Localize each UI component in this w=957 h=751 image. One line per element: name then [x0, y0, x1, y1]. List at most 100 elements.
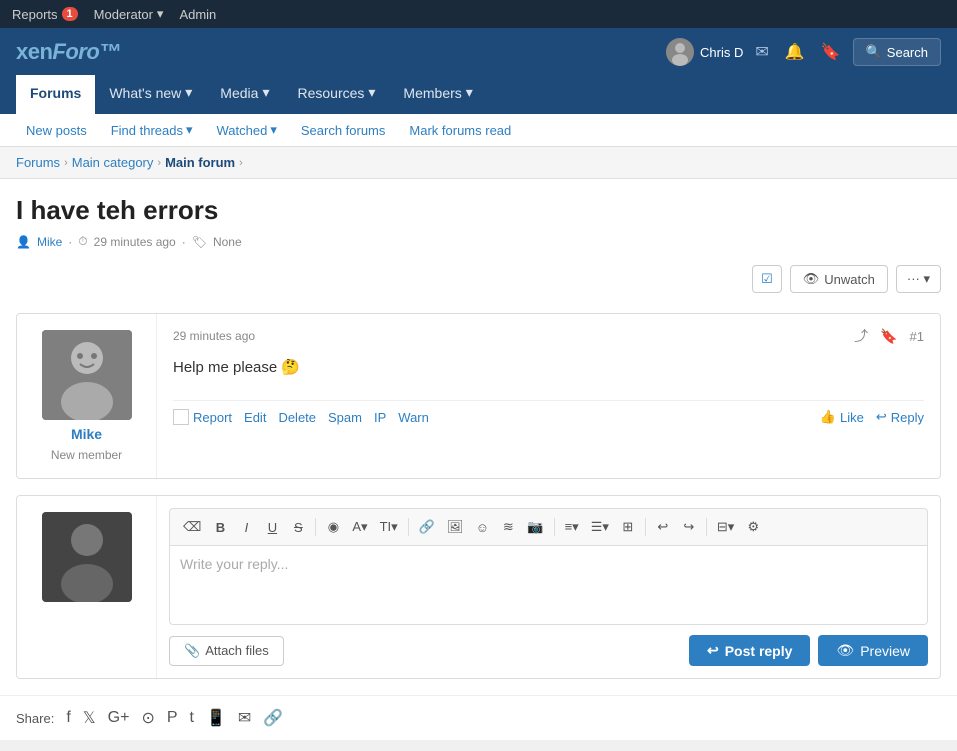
toolbar-color-button[interactable]: ◉ — [321, 515, 345, 539]
admin-item[interactable]: Admin — [179, 7, 216, 22]
nav-search-forums[interactable]: Search forums — [291, 115, 396, 146]
post-main: 29 minutes ago ⤴ 🔖 #1 Help me please 🤔 R… — [157, 314, 940, 478]
toolbar-bold-button[interactable]: B — [208, 515, 232, 539]
page-content: I have teh errors 👤 Mike · ⏱ 29 minutes … — [0, 179, 957, 695]
toolbar-table-button[interactable]: ⊞ — [616, 515, 640, 539]
toolbar-strikethrough-button[interactable]: S — [286, 515, 310, 539]
edit-link[interactable]: Edit — [244, 410, 266, 425]
toolbar-italic-button[interactable]: I — [234, 515, 258, 539]
googleplus-share-icon[interactable]: G+ — [108, 709, 130, 727]
post-checkbox[interactable] — [173, 409, 189, 425]
link-share-icon[interactable]: 🔗 — [263, 708, 283, 728]
toolbar-template-button[interactable]: ⊟▾ — [712, 515, 739, 539]
preview-label: Preview — [860, 643, 910, 659]
toolbar-list-button[interactable]: ☰▾ — [586, 515, 614, 539]
messages-icon[interactable]: ✉ — [751, 38, 772, 66]
admin-label: Admin — [179, 7, 216, 22]
moderator-item[interactable]: Moderator ▾ — [94, 6, 164, 22]
breadcrumb-main-forum: Main forum — [165, 155, 235, 170]
breadcrumb: Forums › Main category › Main forum › — [0, 147, 957, 179]
user-info[interactable]: Chris D — [666, 38, 743, 66]
nav-forums[interactable]: Forums — [16, 75, 95, 114]
reply-inline-button[interactable]: ↩ Reply — [876, 409, 924, 425]
breadcrumb-forums[interactable]: Forums — [16, 155, 60, 170]
thread-author[interactable]: Mike — [37, 235, 62, 249]
paperclip-icon: 📎 — [184, 643, 200, 659]
post-sidebar: Mike New member — [17, 314, 157, 478]
post-footer-actions: Report Edit Delete Spam IP Warn — [193, 410, 429, 425]
search-button[interactable]: 🔍 Search — [853, 38, 941, 66]
watched-label: Watched — [217, 123, 268, 138]
toolbar-undo-button[interactable]: ↩ — [651, 515, 675, 539]
nav-members[interactable]: Members ▾ — [389, 74, 486, 114]
toolbar-eraser-button[interactable]: ⌫ — [178, 515, 206, 539]
toolbar-font-size-button[interactable]: A▾ — [347, 515, 372, 539]
toolbar-underline-button[interactable]: U — [260, 515, 284, 539]
alerts-icon[interactable]: 🔔 — [781, 38, 809, 66]
user-name: Chris D — [700, 45, 743, 60]
nav-watched[interactable]: Watched ▾ — [207, 114, 287, 146]
nav-find-threads[interactable]: Find threads ▾ — [101, 114, 203, 146]
reply-icon: ↩ — [876, 409, 887, 425]
preview-icon: 👁 — [836, 642, 854, 659]
thumbs-up-icon: 👍 — [820, 409, 836, 425]
share-bar: Share: f 𝕏 G+ ⊙ P t 📱 ✉ 🔗 — [0, 695, 957, 740]
share-post-icon[interactable]: ⤴ — [854, 326, 868, 346]
reports-item[interactable]: Reports 1 — [12, 7, 78, 22]
nav-media[interactable]: Media ▾ — [206, 74, 283, 114]
facebook-share-icon[interactable]: f — [66, 709, 70, 727]
ip-link[interactable]: IP — [374, 410, 386, 425]
breadcrumb-main-category[interactable]: Main category — [72, 155, 154, 170]
thread-actions: ☑ 👁 Unwatch ··· ▾ — [16, 265, 941, 301]
nav-mark-forums-read[interactable]: Mark forums read — [399, 115, 521, 146]
reddit-share-icon[interactable]: ⊙ — [141, 708, 154, 728]
spam-link[interactable]: Spam — [328, 410, 362, 425]
toolbar-redo-button[interactable]: ↪ — [677, 515, 701, 539]
attach-files-button[interactable]: 📎 Attach files — [169, 636, 284, 666]
logo-xen: xen — [16, 39, 52, 64]
post-reply-button[interactable]: ↩ Post reply — [689, 635, 810, 666]
toolbar-link-button[interactable]: 🔗 — [414, 515, 440, 539]
post-footer-right: 👍 Like ↩ Reply — [820, 409, 924, 425]
logo-foro: Foro™ — [52, 39, 120, 64]
twitter-share-icon[interactable]: 𝕏 — [83, 708, 96, 728]
nav-resources-chevron: ▾ — [368, 84, 375, 101]
toolbar-sep-5 — [706, 518, 707, 536]
unwatch-button[interactable]: 👁 Unwatch — [790, 265, 888, 293]
bookmarks-icon[interactable]: 🔖 — [817, 38, 845, 66]
clock-icon: ⏱ — [78, 234, 87, 249]
unwatch-label: Unwatch — [824, 272, 875, 287]
post-time[interactable]: 29 minutes ago — [173, 329, 255, 343]
post-user-title: New member — [51, 448, 122, 462]
post-avatar — [42, 330, 132, 420]
report-link[interactable]: Report — [193, 410, 232, 425]
like-button[interactable]: 👍 Like — [820, 409, 864, 425]
breadcrumb-sep-1: › — [64, 157, 68, 169]
nav-members-chevron: ▾ — [466, 84, 473, 101]
toolbar-emoji-button[interactable]: ☺ — [470, 515, 494, 539]
toolbar-media-button[interactable]: ≋ — [496, 515, 520, 539]
toolbar-settings-button[interactable]: ⚙ — [741, 515, 765, 539]
pinterest-share-icon[interactable]: P — [167, 709, 178, 727]
tumblr-share-icon[interactable]: t — [190, 709, 194, 727]
nav-whats-new[interactable]: What's new ▾ — [95, 74, 206, 114]
more-options-button[interactable]: ··· ▾ — [896, 265, 941, 293]
toolbar-image-button[interactable]: 🖼 — [442, 515, 469, 539]
post-username[interactable]: Mike — [71, 426, 102, 442]
select-all-button[interactable]: ☑ — [752, 265, 782, 293]
toolbar-camera-button[interactable]: 📷 — [522, 515, 548, 539]
editor-body[interactable]: Write your reply... — [169, 545, 928, 625]
nav-resources[interactable]: Resources ▾ — [283, 74, 389, 114]
whatsapp-share-icon[interactable]: 📱 — [206, 708, 226, 728]
email-share-icon[interactable]: ✉ — [238, 708, 251, 728]
search-forums-label: Search forums — [301, 123, 386, 138]
toolbar-align-button[interactable]: ≡▾ — [560, 515, 584, 539]
bookmark-post-icon[interactable]: 🔖 — [880, 328, 897, 345]
delete-link[interactable]: Delete — [278, 410, 316, 425]
warn-link[interactable]: Warn — [398, 410, 429, 425]
search-label: Search — [887, 45, 928, 60]
site-logo[interactable]: xenForo™ — [16, 39, 121, 65]
preview-button[interactable]: 👁 Preview — [818, 635, 928, 666]
toolbar-text-format-button[interactable]: TI▾ — [375, 515, 403, 539]
nav-new-posts[interactable]: New posts — [16, 115, 97, 146]
